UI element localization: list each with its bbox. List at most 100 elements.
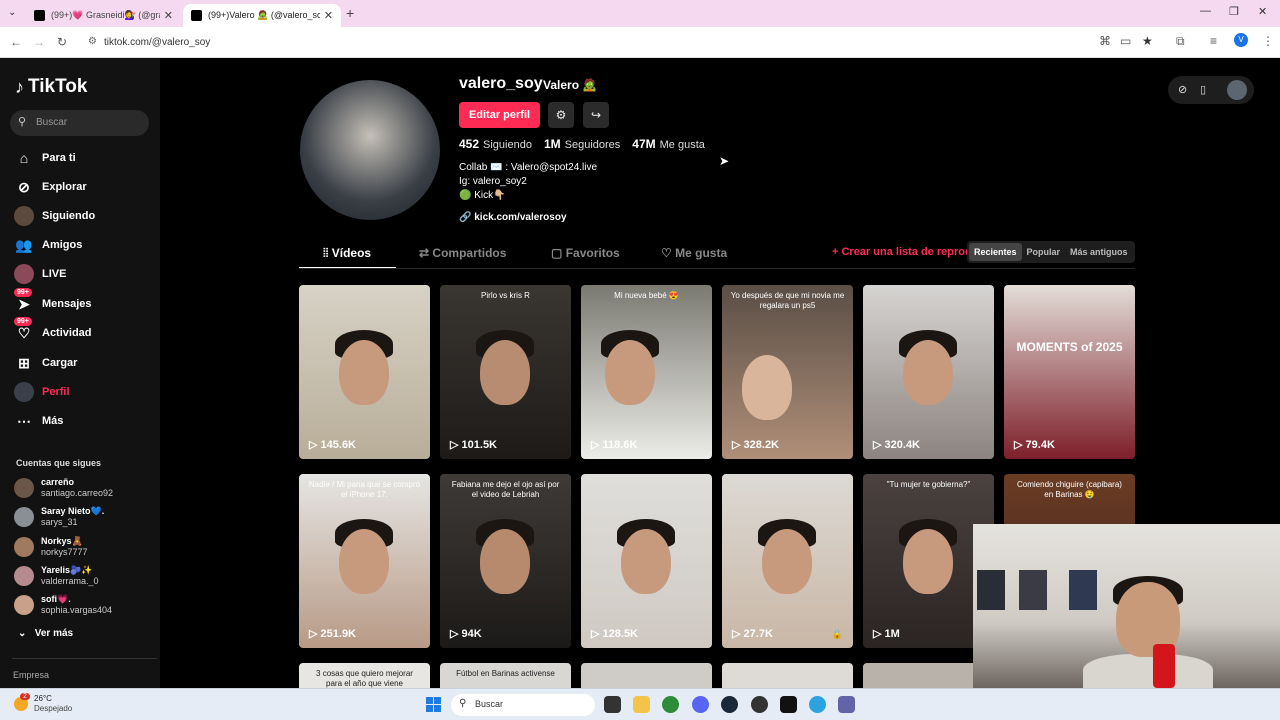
video-card[interactable]: Mi nueva bebé 😍 ▷ 118.6K — [581, 285, 712, 459]
tab-favoritos[interactable]: ▢ Favoritos — [551, 246, 620, 260]
edit-profile-button[interactable]: Editar perfil — [459, 102, 540, 128]
nav-mas[interactable]: ⋯ Más — [14, 410, 63, 432]
close-window-icon[interactable]: ✕ — [1258, 5, 1267, 18]
video-card[interactable]: ▷ 320.4K — [863, 285, 994, 459]
tab-close-icon[interactable]: ✕ — [324, 9, 333, 22]
tab-label: Favoritos — [565, 246, 620, 260]
nav-mensajes[interactable]: ➤ 99+ Mensajes — [14, 288, 92, 315]
discord-icon[interactable] — [692, 696, 709, 713]
thumbnail-art — [742, 355, 792, 420]
phone-icon[interactable]: ▯ — [1200, 83, 1206, 96]
following-account[interactable]: sofi💗. sophia.vargas404 — [14, 594, 112, 616]
tiktok-favicon-icon — [34, 10, 45, 21]
tiktok-app-icon[interactable] — [780, 696, 797, 713]
webcam-overlay — [973, 524, 1280, 694]
forward-icon[interactable]: → — [33, 35, 45, 49]
sort-mas-antiguos[interactable]: Más antiguos — [1065, 243, 1133, 261]
weather-widget[interactable]: 2 26°C Despejado — [14, 693, 72, 714]
browser-menu-icon[interactable]: ⋮ — [1262, 34, 1274, 48]
video-card[interactable]: Yo después de que mi novia me regalara u… — [722, 285, 853, 459]
windows-taskbar: 2 26°C Despejado ⚲ Buscar — [0, 688, 1280, 720]
video-card[interactable]: ▷ 128.5K — [581, 474, 712, 648]
nav-cargar[interactable]: ⊞ Cargar — [14, 352, 77, 374]
taskbar-search[interactable]: ⚲ Buscar — [451, 694, 595, 716]
tab-videos[interactable]: ⦙⦙ Vídeos — [323, 246, 371, 261]
profile-avatar-icon — [14, 382, 34, 402]
restore-icon[interactable]: ❐ — [1229, 5, 1239, 18]
media-queue-icon[interactable]: ≡ — [1210, 34, 1217, 48]
obs-icon[interactable] — [751, 696, 768, 713]
browser-profile-avatar[interactable]: V — [1234, 33, 1248, 47]
video-card[interactable]: Fabiana me dejo el ojo así por el video … — [440, 474, 571, 648]
tab-search-dropdown-icon[interactable]: ⌄ — [8, 7, 20, 19]
settings-gear-icon[interactable]: ⚙ — [548, 102, 574, 128]
account-handle: sophia.vargas404 — [41, 605, 113, 615]
nav-amigos[interactable]: 👥 Amigos — [14, 234, 82, 256]
video-card[interactable]: ▷ 145.6K — [299, 285, 430, 459]
heart-icon: ♡ — [661, 246, 672, 260]
sort-recientes[interactable]: Recientes — [969, 243, 1022, 261]
nav-live[interactable]: LIVE — [14, 263, 66, 285]
extensions-icon[interactable]: ⧉ — [1176, 34, 1185, 49]
teams-icon[interactable] — [838, 696, 855, 713]
search-input[interactable]: ⚲ Buscar — [10, 110, 149, 136]
telegram-icon[interactable] — [809, 696, 826, 713]
tiktok-logo[interactable]: ♪ TikTok — [15, 76, 87, 98]
video-card[interactable]: ▷ 27.7K 🔒 — [722, 474, 853, 648]
sidebar-divider — [12, 658, 157, 659]
nav-perfil[interactable]: Perfil — [14, 381, 70, 403]
user-avatar[interactable] — [1227, 80, 1247, 100]
view-count-text: 94K — [461, 628, 482, 640]
following-account[interactable]: Yarelis🫐✨ valderrama._0 — [14, 565, 99, 587]
compass-icon[interactable]: ⊘ — [1178, 83, 1187, 96]
tab-close-icon[interactable]: ✕ — [164, 9, 173, 22]
new-tab-icon[interactable]: + — [346, 5, 354, 21]
translate-icon[interactable]: ⌘ — [1099, 34, 1111, 48]
account-avatar — [14, 595, 34, 615]
following-account[interactable]: Saray Nieto💙. sarys_31 — [14, 506, 104, 528]
reload-icon[interactable]: ↻ — [57, 35, 67, 49]
stat-followers[interactable]: 1M Seguidores — [544, 137, 620, 151]
account-name: Yarelis🫐✨ — [41, 565, 93, 575]
following-account[interactable]: Norkys🧸 norkys7777 — [14, 536, 88, 558]
profile-link[interactable]: 🔗 kick.com/valerosoy — [459, 212, 567, 223]
following-account[interactable]: carreño santiago.carreo92 — [14, 477, 113, 499]
back-icon[interactable]: ← — [10, 35, 22, 49]
nav-siguiendo[interactable]: Siguiendo — [14, 205, 95, 227]
account-avatar — [14, 478, 34, 498]
see-more-link[interactable]: ⌄ Ver más — [18, 628, 73, 639]
video-card[interactable]: MOMENTS of 2025 ▷ 79.4K — [1004, 285, 1135, 459]
chrome-icon[interactable] — [662, 696, 679, 713]
activity-icon: ♡ 99+ — [14, 317, 34, 343]
view-count-text: 328.2K — [743, 439, 780, 451]
browser-tab[interactable]: (99+)💗 Grasneidi💇‍♀️ (@gras60... ✕ — [26, 4, 181, 27]
tab-me-gusta[interactable]: ♡ Me gusta — [661, 246, 727, 260]
nav-explorar[interactable]: ⊘ Explorar — [14, 176, 87, 198]
taskbar-search-placeholder: Buscar — [475, 699, 504, 709]
file-explorer-icon[interactable] — [633, 696, 650, 713]
url-field[interactable]: ⚙ tiktok.com/@valero_soy — [86, 32, 1096, 53]
video-caption: Mi nueva bebé 😍 — [614, 291, 679, 300]
video-card[interactable]: Nadie / Mi pana que se compró el iPhone … — [299, 474, 430, 648]
nav-actividad[interactable]: ♡ 99+ Actividad — [14, 317, 92, 344]
footer-empresa[interactable]: Empresa — [13, 670, 49, 680]
share-icon[interactable]: ↪ — [583, 102, 609, 128]
steam-icon[interactable] — [721, 696, 738, 713]
browser-tab-active[interactable]: (99+)Valero 🧟 (@valero_soy) | T ✕ — [183, 4, 341, 27]
site-info-icon[interactable]: ⚙ — [88, 36, 97, 47]
minimize-icon[interactable]: — — [1200, 5, 1211, 17]
profile-avatar[interactable] — [300, 80, 440, 220]
windows-start-icon[interactable] — [426, 697, 441, 712]
nav-para-ti[interactable]: ⌂ Para ti — [14, 147, 76, 169]
task-view-icon[interactable] — [604, 696, 621, 713]
cast-icon[interactable]: ▭ — [1120, 34, 1131, 48]
bookmark-star-icon[interactable]: ★ — [1142, 34, 1153, 48]
sort-popular[interactable]: Popular — [1022, 243, 1066, 261]
video-card[interactable]: Pirlo vs kris R ▷ 101.5K — [440, 285, 571, 459]
stat-likes: 47M Me gusta — [632, 137, 705, 151]
tab-compartidos[interactable]: ⇄ Compartidos — [419, 246, 506, 260]
stat-following[interactable]: 452 Siguiendo — [459, 137, 532, 151]
account-avatar — [14, 566, 34, 586]
nav-label: Actividad — [42, 327, 92, 339]
sun-icon: 2 — [14, 693, 30, 711]
